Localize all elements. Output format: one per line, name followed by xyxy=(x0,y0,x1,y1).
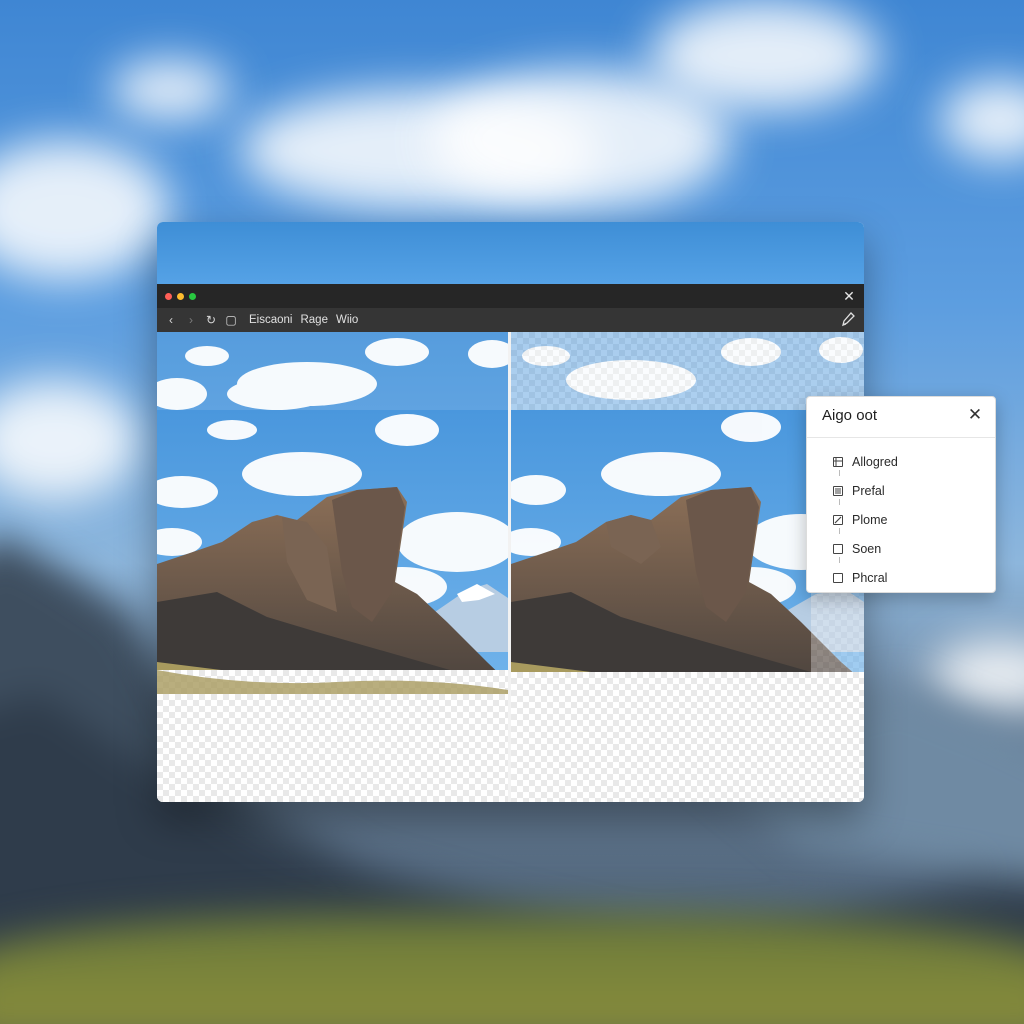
grid-icon xyxy=(833,456,843,467)
menu-item-rage[interactable]: Rage xyxy=(300,314,328,326)
blurred-grass xyxy=(0,914,1024,1024)
page-icon[interactable]: ▢ xyxy=(221,310,241,330)
title-bar: ✕ xyxy=(157,284,864,308)
panel-option-soen[interactable]: Soen xyxy=(833,528,898,563)
panel-option-prefal[interactable]: Prefal xyxy=(833,470,898,505)
blurred-cloud xyxy=(650,0,880,110)
toolbar: ‹ › ↻ ▢ Eiscaoni Rage Wiio xyxy=(157,308,864,332)
tree-connector xyxy=(839,499,840,505)
list-icon xyxy=(833,485,843,496)
panel-divider xyxy=(807,437,995,438)
panel-option-label: Plome xyxy=(852,512,888,527)
checkbox-icon[interactable] xyxy=(833,543,843,554)
panel-title: Aigo oot xyxy=(822,407,878,424)
minimize-window-button[interactable] xyxy=(177,292,184,300)
menu-item-wiio[interactable]: Wiio xyxy=(336,314,358,326)
close-window-button[interactable] xyxy=(165,292,172,300)
refresh-icon[interactable]: ↻ xyxy=(201,310,221,330)
panel-option-label: Allogred xyxy=(852,454,898,469)
edit-icon xyxy=(833,514,843,525)
close-icon[interactable]: ✕ xyxy=(840,287,858,305)
panel-option-phcral[interactable]: Phcral xyxy=(833,557,898,592)
original-image-pane xyxy=(157,332,508,802)
options-panel: Aigo oot ✕ Allogred Prefal Plome Soen Ph… xyxy=(806,396,996,593)
checkbox-icon[interactable] xyxy=(833,572,843,583)
pen-icon[interactable] xyxy=(840,310,856,331)
window-controls xyxy=(165,292,196,300)
zoom-window-button[interactable] xyxy=(189,292,196,300)
forward-icon[interactable]: › xyxy=(181,310,201,330)
tree-connector xyxy=(839,557,840,563)
panel-option-label: Soen xyxy=(852,541,882,556)
panel-option-label: Phcral xyxy=(852,570,888,585)
panel-option-label: Prefal xyxy=(852,483,885,498)
original-photo xyxy=(157,332,508,802)
panel-option-list: Allogred Prefal Plome Soen Phcral xyxy=(833,447,898,592)
menu-item-eiscaoni[interactable]: Eiscaoni xyxy=(249,314,292,326)
blurred-cloud xyxy=(110,60,230,120)
panel-option-allogred[interactable]: Allogred xyxy=(833,447,898,476)
tree-connector xyxy=(839,528,840,534)
panel-option-plome[interactable]: Plome xyxy=(833,499,898,534)
app-window: ✕ ‹ › ↻ ▢ Eiscaoni Rage Wiio xyxy=(157,222,864,802)
tree-connector xyxy=(839,470,840,476)
window-sky-strip xyxy=(157,222,864,284)
close-icon[interactable]: ✕ xyxy=(965,405,985,425)
back-icon[interactable]: ‹ xyxy=(161,310,181,330)
